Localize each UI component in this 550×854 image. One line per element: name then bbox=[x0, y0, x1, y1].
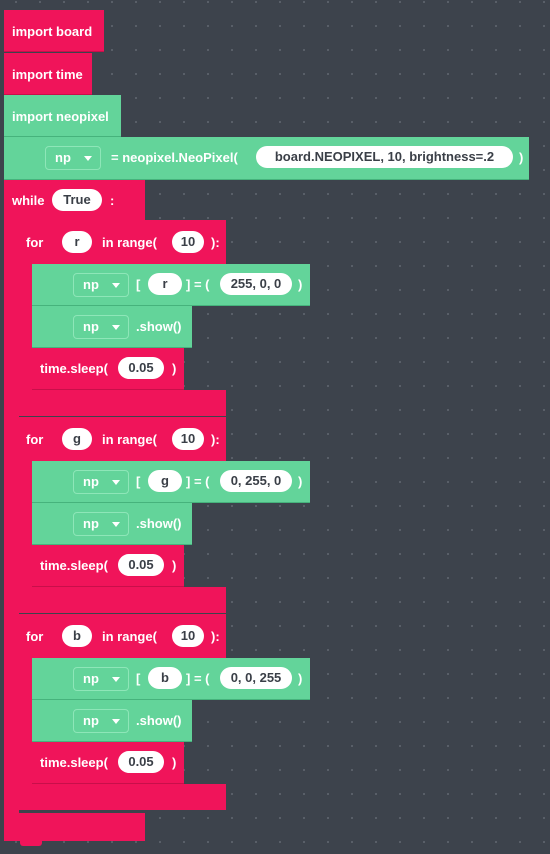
sleep-value-pill[interactable]: 0.05 bbox=[118, 554, 164, 576]
np-variable-dropdown[interactable]: np bbox=[73, 667, 129, 691]
sleep-value-pill[interactable]: 0.05 bbox=[118, 751, 164, 773]
import-board-block[interactable]: import board bbox=[4, 10, 104, 52]
while-loop-footer bbox=[4, 813, 145, 841]
while-colon: : bbox=[110, 193, 115, 208]
sleep-close-paren: ) bbox=[172, 558, 177, 573]
color-value-pill[interactable]: 255, 0, 0 bbox=[220, 273, 292, 295]
color-close-paren: ) bbox=[298, 277, 303, 292]
assign-paren-text: ] = ( bbox=[186, 474, 210, 489]
index-g-pill[interactable]: g bbox=[148, 470, 182, 492]
for-range-count-pill[interactable]: 10 bbox=[172, 625, 204, 647]
np-variable-label: np bbox=[83, 277, 99, 292]
show-b-block[interactable]: np .show() bbox=[32, 700, 192, 742]
for-range-text: in range( bbox=[102, 432, 157, 447]
np-variable-label: np bbox=[83, 713, 99, 728]
sleep-text: time.sleep( bbox=[40, 755, 108, 770]
chevron-down-icon bbox=[112, 325, 120, 330]
while-condition-pill[interactable]: True bbox=[52, 189, 102, 211]
for-var-r-pill[interactable]: r bbox=[62, 231, 92, 253]
assign-paren-text: ] = ( bbox=[186, 671, 210, 686]
import-board-label: import board bbox=[12, 24, 93, 39]
pixel-set-r-block[interactable]: np [ r ] = ( 255, 0, 0 ) bbox=[32, 264, 310, 306]
sleep-g-block[interactable]: time.sleep( 0.05 ) bbox=[32, 545, 184, 587]
assign-paren-text: ] = ( bbox=[186, 277, 210, 292]
chevron-down-icon bbox=[112, 719, 120, 724]
for-keyword: for bbox=[26, 235, 44, 250]
for-loop-g-footer bbox=[18, 587, 226, 613]
code-workspace[interactable]: import board import time import neopixel… bbox=[0, 0, 550, 854]
index-r-pill[interactable]: r bbox=[148, 273, 182, 295]
while-keyword: while bbox=[12, 193, 45, 208]
np-variable-label: np bbox=[83, 319, 99, 334]
for-loop-b-footer bbox=[18, 784, 226, 810]
neopixel-close-paren: ) bbox=[519, 150, 524, 165]
sleep-text: time.sleep( bbox=[40, 361, 108, 376]
for-loop-r-header[interactable]: for r in range( 10 ): bbox=[18, 220, 226, 264]
color-value-pill[interactable]: 0, 255, 0 bbox=[220, 470, 292, 492]
color-close-paren: ) bbox=[298, 671, 303, 686]
import-time-label: import time bbox=[12, 67, 83, 82]
import-neopixel-label: import neopixel bbox=[12, 109, 109, 124]
index-open-bracket: [ bbox=[136, 277, 141, 292]
import-time-block[interactable]: import time bbox=[4, 53, 92, 95]
neopixel-assign-block[interactable]: np = neopixel.NeoPixel( board.NEOPIXEL, … bbox=[4, 137, 529, 180]
for-close: ): bbox=[211, 432, 220, 447]
chevron-down-icon bbox=[112, 480, 120, 485]
while-bottom-notch bbox=[20, 841, 42, 846]
for-var-g-pill[interactable]: g bbox=[62, 428, 92, 450]
for-range-text: in range( bbox=[102, 629, 157, 644]
neopixel-args-pill[interactable]: board.NEOPIXEL, 10, brightness=.2 bbox=[256, 146, 513, 168]
for-close: ): bbox=[211, 235, 220, 250]
color-value-pill[interactable]: 0, 0, 255 bbox=[220, 667, 292, 689]
np-variable-label: np bbox=[83, 474, 99, 489]
np-variable-label: np bbox=[55, 150, 71, 165]
np-variable-dropdown[interactable]: np bbox=[45, 146, 101, 170]
for-keyword: for bbox=[26, 629, 44, 644]
show-g-block[interactable]: np .show() bbox=[32, 503, 192, 545]
np-variable-dropdown[interactable]: np bbox=[73, 470, 129, 494]
color-close-paren: ) bbox=[298, 474, 303, 489]
while-loop-header[interactable]: while True : bbox=[4, 180, 145, 222]
for-close: ): bbox=[211, 629, 220, 644]
show-method-text: .show() bbox=[136, 516, 182, 531]
for-loop-r-footer bbox=[18, 390, 226, 416]
for-loop-g-header[interactable]: for g in range( 10 ): bbox=[18, 417, 226, 461]
sleep-close-paren: ) bbox=[172, 361, 177, 376]
pixel-set-b-block[interactable]: np [ b ] = ( 0, 0, 255 ) bbox=[32, 658, 310, 700]
np-variable-dropdown[interactable]: np bbox=[73, 709, 129, 733]
import-neopixel-block[interactable]: import neopixel bbox=[4, 95, 121, 137]
index-open-bracket: [ bbox=[136, 474, 141, 489]
np-variable-dropdown[interactable]: np bbox=[73, 512, 129, 536]
for-loop-b-header[interactable]: for b in range( 10 ): bbox=[18, 614, 226, 658]
sleep-text: time.sleep( bbox=[40, 558, 108, 573]
chevron-down-icon bbox=[112, 677, 120, 682]
pixel-set-g-block[interactable]: np [ g ] = ( 0, 255, 0 ) bbox=[32, 461, 310, 503]
neopixel-constructor-text: = neopixel.NeoPixel( bbox=[111, 150, 238, 165]
for-range-count-pill[interactable]: 10 bbox=[172, 428, 204, 450]
np-variable-label: np bbox=[83, 671, 99, 686]
show-r-block[interactable]: np .show() bbox=[32, 306, 192, 348]
show-method-text: .show() bbox=[136, 713, 182, 728]
sleep-value-pill[interactable]: 0.05 bbox=[118, 357, 164, 379]
chevron-down-icon bbox=[84, 156, 92, 161]
index-b-pill[interactable]: b bbox=[148, 667, 182, 689]
sleep-close-paren: ) bbox=[172, 755, 177, 770]
while-loop-spine bbox=[4, 180, 19, 840]
index-open-bracket: [ bbox=[136, 671, 141, 686]
sleep-r-block[interactable]: time.sleep( 0.05 ) bbox=[32, 348, 184, 390]
for-range-count-pill[interactable]: 10 bbox=[172, 231, 204, 253]
chevron-down-icon bbox=[112, 283, 120, 288]
show-method-text: .show() bbox=[136, 319, 182, 334]
chevron-down-icon bbox=[112, 522, 120, 527]
for-keyword: for bbox=[26, 432, 44, 447]
sleep-b-block[interactable]: time.sleep( 0.05 ) bbox=[32, 742, 184, 784]
np-variable-label: np bbox=[83, 516, 99, 531]
for-var-b-pill[interactable]: b bbox=[62, 625, 92, 647]
for-range-text: in range( bbox=[102, 235, 157, 250]
np-variable-dropdown[interactable]: np bbox=[73, 315, 129, 339]
np-variable-dropdown[interactable]: np bbox=[73, 273, 129, 297]
